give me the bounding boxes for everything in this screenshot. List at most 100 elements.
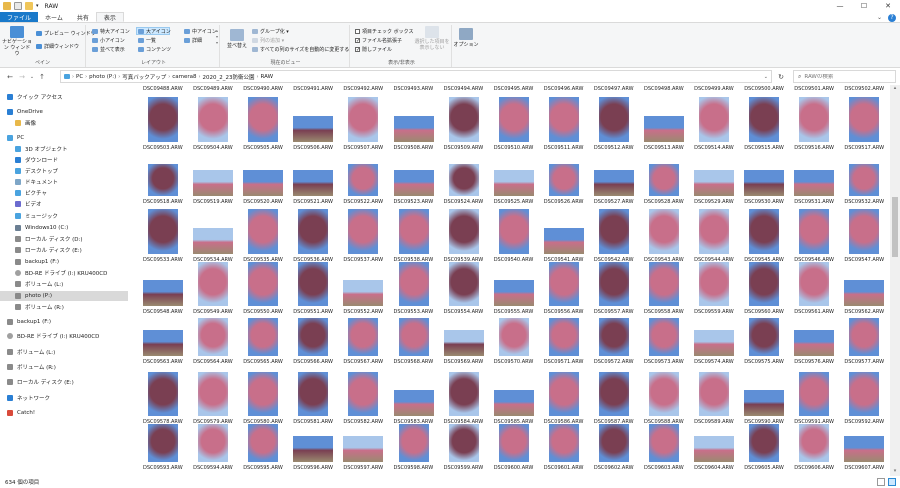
recent-locations-button[interactable]: ⌄	[28, 71, 36, 83]
file-name[interactable]: DSC09575.ARW	[744, 359, 784, 365]
file-thumbnail[interactable]	[348, 97, 379, 142]
file-name[interactable]: DSC09492.ARW	[343, 86, 383, 92]
layout-medium-icons[interactable]: 中アイコン	[184, 28, 217, 35]
properties-icon[interactable]	[14, 2, 22, 10]
file-name[interactable]: DSC09500.ARW	[744, 86, 784, 92]
file-name[interactable]: DSC09560.ARW	[744, 309, 784, 315]
add-column-button[interactable]: 列の追加 ▾	[252, 37, 284, 44]
details-view-button[interactable]	[877, 478, 885, 486]
file-name[interactable]: DSC09524.ARW	[444, 199, 484, 205]
forward-button[interactable]: →	[16, 71, 28, 83]
file-thumbnail[interactable]	[448, 97, 479, 142]
file-name[interactable]: DSC09548.ARW	[143, 309, 183, 315]
file-thumbnail[interactable]	[148, 97, 178, 142]
file-thumbnail[interactable]	[148, 164, 178, 196]
file-name[interactable]: DSC09516.ARW	[794, 145, 834, 151]
nav-item[interactable]: クイック アクセス	[0, 92, 128, 102]
nav-item[interactable]: ボリューム (R:)	[0, 302, 128, 312]
file-thumbnail[interactable]	[348, 164, 379, 196]
file-thumbnail[interactable]	[448, 209, 479, 254]
file-thumbnail[interactable]	[749, 97, 780, 142]
file-thumbnail[interactable]	[498, 424, 529, 462]
nav-item[interactable]: PC	[0, 133, 128, 143]
file-name[interactable]: DSC09502.ARW	[844, 86, 884, 92]
file-name[interactable]: DSC09570.ARW	[494, 359, 534, 365]
file-thumbnail[interactable]	[699, 209, 730, 254]
layout-list[interactable]: 一覧	[138, 37, 156, 44]
file-name[interactable]: DSC09497.ARW	[594, 86, 634, 92]
file-name[interactable]: DSC09493.ARW	[394, 86, 434, 92]
file-thumbnail[interactable]	[448, 262, 479, 306]
tab-file[interactable]: ファイル	[0, 12, 39, 22]
checkbox[interactable]: ✓	[355, 38, 360, 44]
file-thumbnail[interactable]	[794, 330, 835, 356]
file-name[interactable]: DSC09597.ARW	[343, 465, 383, 471]
file-thumbnail[interactable]	[448, 424, 479, 462]
nav-item[interactable]: ボリューム (L:)	[0, 347, 128, 357]
file-thumbnail[interactable]	[598, 97, 629, 142]
layout-content[interactable]: コンテンツ	[138, 46, 171, 53]
nav-item[interactable]: ネットワーク	[0, 393, 128, 403]
file-name[interactable]: DSC09604.ARW	[694, 465, 734, 471]
file-thumbnail[interactable]	[598, 372, 629, 416]
file-name[interactable]: DSC09491.ARW	[293, 86, 333, 92]
file-thumbnail[interactable]	[398, 209, 429, 254]
file-name[interactable]: DSC09549.ARW	[193, 309, 233, 315]
layout-tiles[interactable]: 並べて表示	[92, 46, 125, 53]
file-thumbnail[interactable]	[493, 390, 534, 416]
file-thumbnail[interactable]	[794, 170, 835, 196]
tab-view[interactable]: 表示	[95, 12, 124, 22]
file-thumbnail[interactable]	[248, 372, 279, 416]
file-name[interactable]: DSC09488.ARW	[143, 86, 183, 92]
file-thumbnail[interactable]	[849, 209, 880, 254]
file-name[interactable]: DSC09563.ARW	[143, 359, 183, 365]
file-name[interactable]: DSC09577.ARW	[844, 359, 884, 365]
file-thumbnail[interactable]	[548, 262, 579, 306]
file-thumbnail[interactable]	[148, 372, 178, 416]
file-thumbnail[interactable]	[799, 262, 830, 306]
file-view[interactable]: DSC09488.ARW DSC09489.ARW DSC09490.ARW DSC0…	[133, 85, 889, 476]
chevron-down-icon[interactable]: ▾	[36, 3, 39, 9]
file-thumbnail[interactable]	[649, 424, 679, 462]
file-name[interactable]: DSC09510.ARW	[494, 145, 534, 151]
nav-item[interactable]: ピクチャ	[0, 188, 128, 198]
file-thumbnail[interactable]	[749, 209, 780, 254]
file-thumbnail[interactable]	[799, 97, 830, 142]
file-name[interactable]: DSC09532.ARW	[844, 199, 884, 205]
file-name[interactable]: DSC09495.ARW	[494, 86, 534, 92]
file-name[interactable]: DSC09528.ARW	[644, 199, 684, 205]
file-thumbnail[interactable]	[148, 209, 178, 254]
file-thumbnail[interactable]	[493, 170, 534, 196]
file-name[interactable]: DSC09589.ARW	[694, 419, 734, 425]
checkbox[interactable]	[355, 29, 360, 34]
up-button[interactable]: ↑	[36, 71, 48, 83]
file-thumbnail[interactable]	[248, 424, 279, 462]
nav-item[interactable]: backup1 (F:)	[0, 257, 128, 267]
file-thumbnail[interactable]	[548, 97, 579, 142]
file-thumbnail[interactable]	[143, 280, 183, 306]
file-thumbnail[interactable]	[398, 424, 429, 462]
nav-item[interactable]: photo (P:)	[0, 291, 128, 301]
file-thumbnail[interactable]	[248, 262, 279, 306]
file-name[interactable]: DSC09566.ARW	[293, 359, 333, 365]
file-thumbnail[interactable]	[198, 262, 229, 306]
file-name[interactable]: DSC09489.ARW	[193, 86, 233, 92]
file-name[interactable]: DSC09511.ARW	[544, 145, 584, 151]
file-name[interactable]: DSC09568.ARW	[394, 359, 434, 365]
chevron-down-icon[interactable]: ⌄	[764, 74, 768, 80]
file-name[interactable]: DSC09503.ARW	[143, 145, 183, 151]
file-thumbnail[interactable]	[598, 424, 629, 462]
search-box[interactable]: ⌕	[793, 70, 896, 83]
file-thumbnail[interactable]	[243, 170, 284, 196]
file-thumbnail[interactable]	[849, 318, 880, 356]
file-name[interactable]: DSC09582.ARW	[343, 419, 383, 425]
file-name[interactable]: DSC09509.ARW	[444, 145, 484, 151]
file-name[interactable]: DSC09564.ARW	[193, 359, 233, 365]
file-thumbnail[interactable]	[248, 318, 279, 356]
nav-item[interactable]: ドキュメント	[0, 177, 128, 187]
file-name[interactable]: DSC09523.ARW	[394, 199, 434, 205]
breadcrumb-item[interactable]: PC	[76, 74, 83, 80]
file-name[interactable]: DSC09518.ARW	[143, 199, 183, 205]
file-name[interactable]: DSC09496.ARW	[544, 86, 584, 92]
file-thumbnail[interactable]	[849, 97, 880, 142]
